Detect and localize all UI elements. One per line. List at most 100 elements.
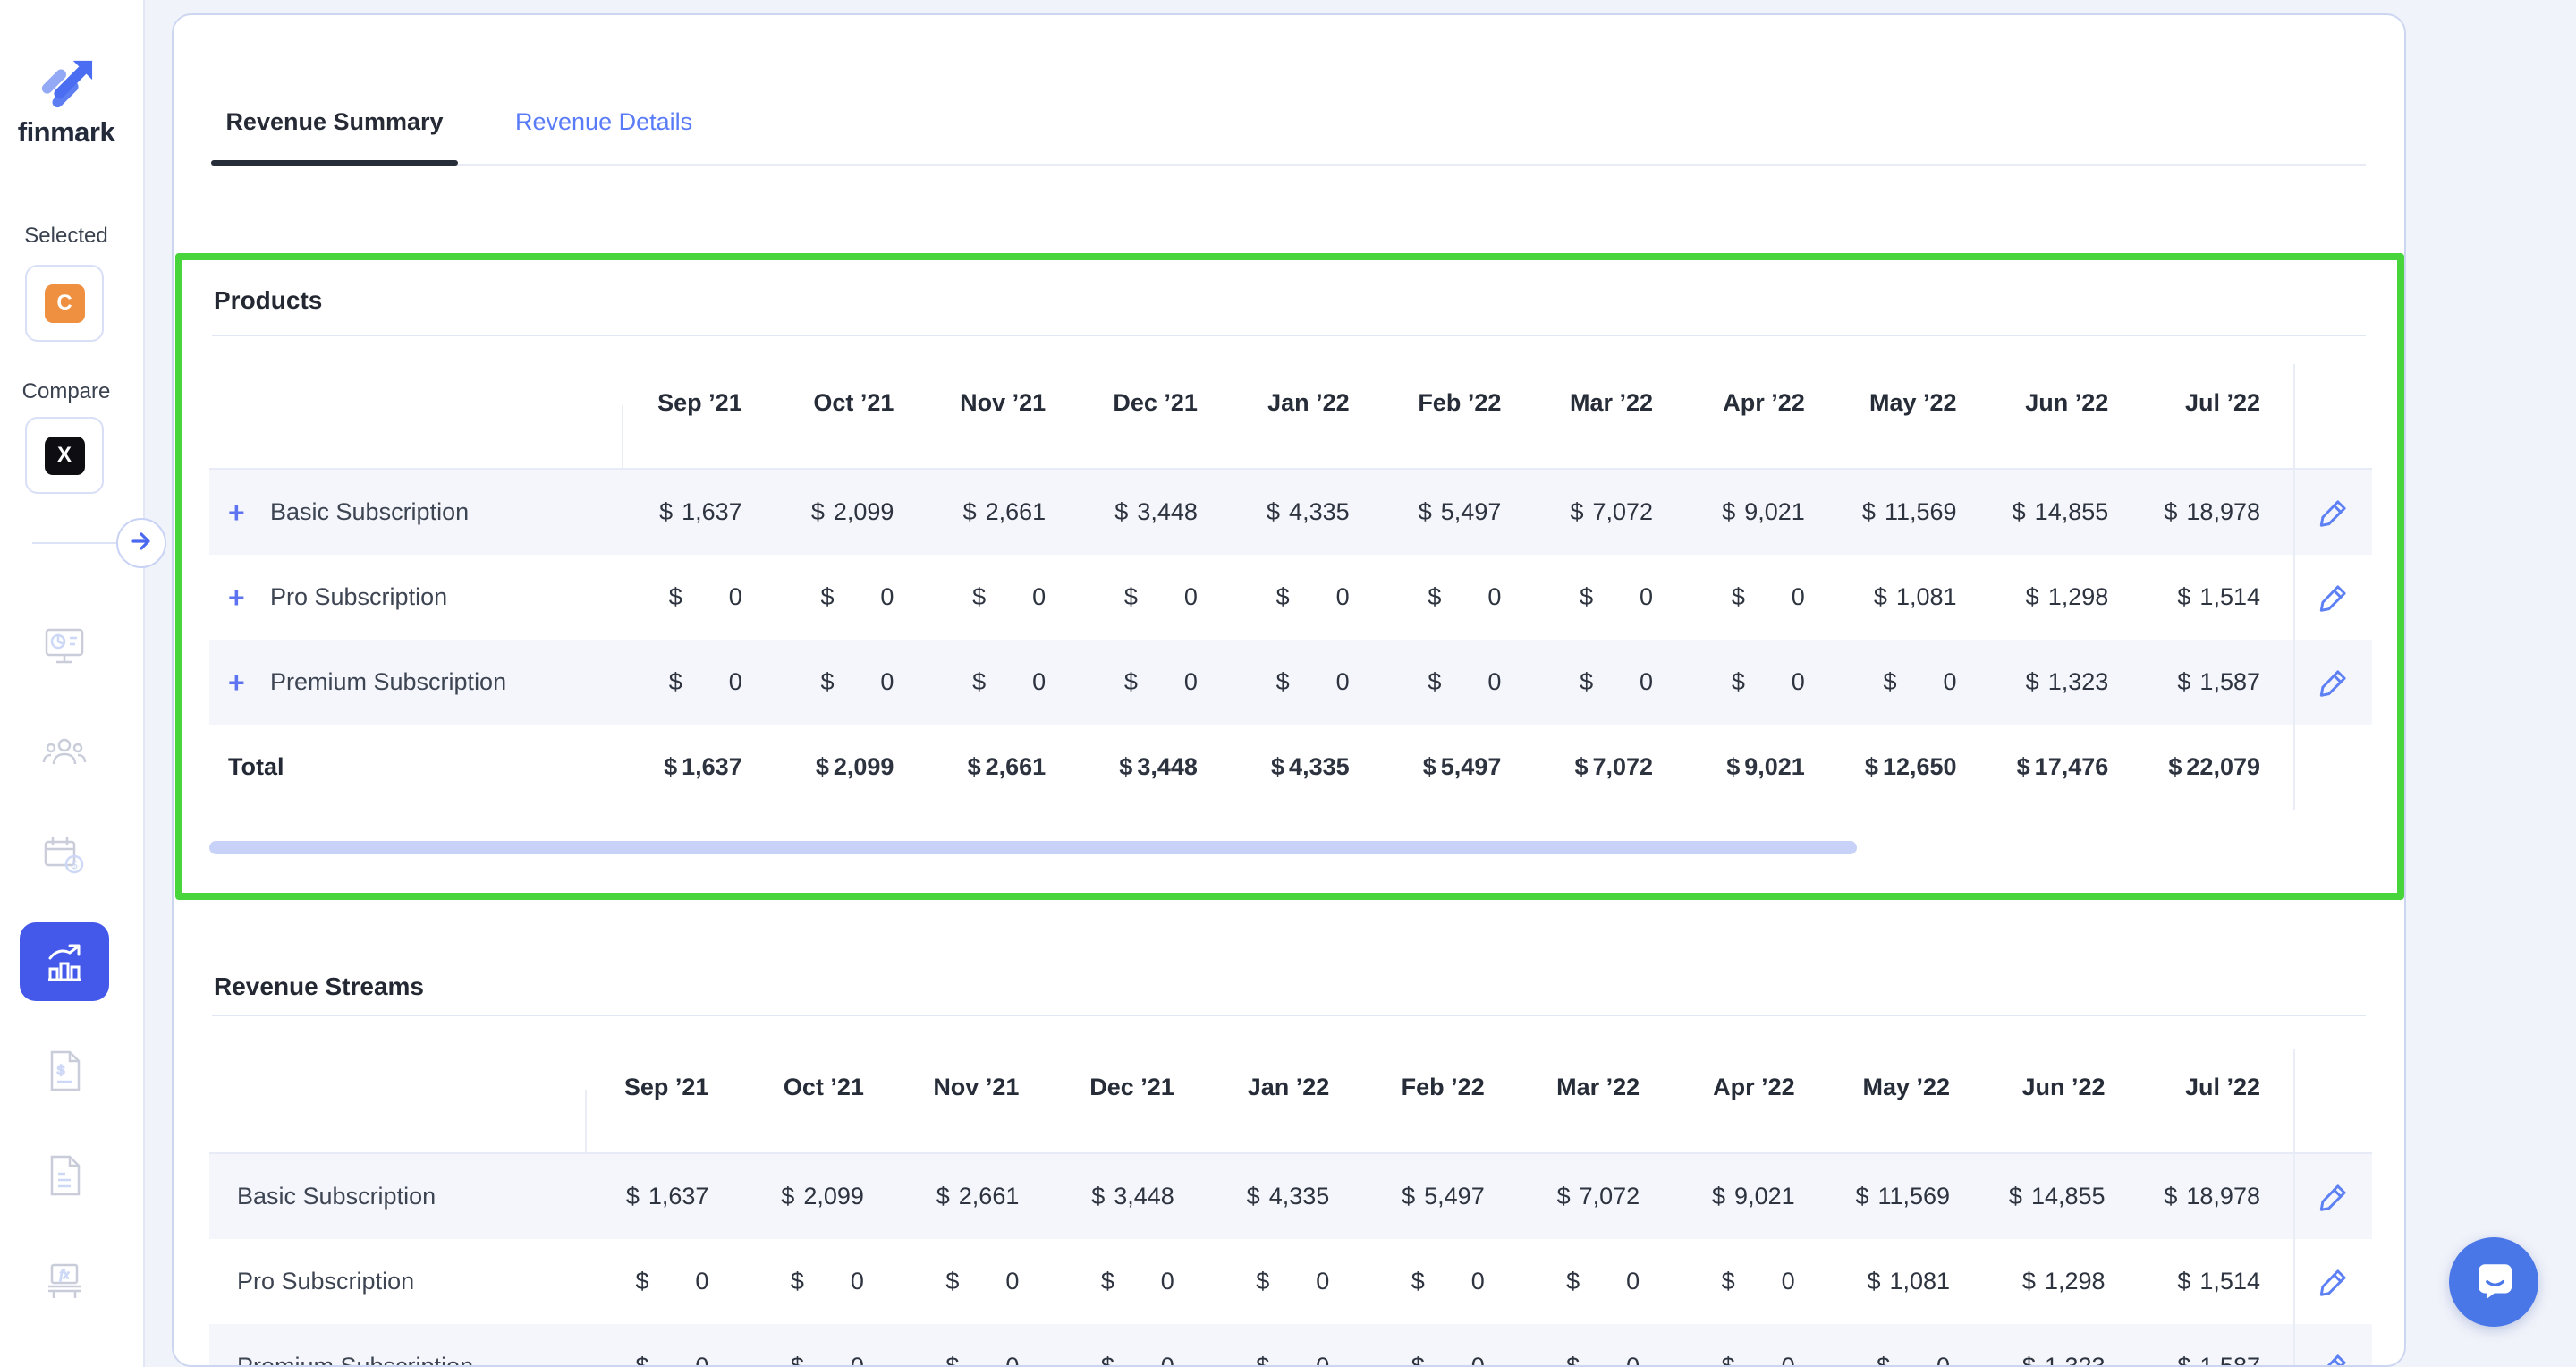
money-cell: $17,476 [1990,725,2142,810]
money-value: $0 [945,1353,1019,1367]
amount: 0 [1032,583,1046,611]
money-value: $1,323 [2026,668,2109,696]
currency-symbol: $ [1267,498,1280,526]
expand-plus-button[interactable]: + [228,668,255,697]
money-cell: $0 [897,1324,1052,1367]
currency-symbol: $ [669,668,682,696]
money-cell: $0 [587,1239,741,1324]
actions-cell [2293,1239,2372,1324]
money-cell: $1,298 [1983,1239,2138,1324]
reports-icon[interactable] [41,1152,88,1199]
dashboard-icon[interactable] [41,623,88,669]
expand-plus-button[interactable]: + [228,583,255,612]
money-cell: $0 [1686,555,1838,640]
amount: 22,079 [2186,753,2260,781]
formulas-icon[interactable]: fx [41,1258,88,1304]
total-row: Total$1,637$2,099$2,661$3,448$4,335$5,49… [209,725,2372,810]
invoices-icon[interactable]: $ [41,1048,88,1094]
amount: 0 [1316,1353,1329,1367]
money-value: $0 [791,1268,864,1295]
currency-symbol: $ [1419,498,1432,526]
selected-scenario-avatar[interactable]: C [25,265,104,342]
horizontal-scrollbar-thumb[interactable] [209,841,1857,854]
expand-plus-button[interactable]: + [228,498,255,527]
amount: 9,021 [1744,753,1805,781]
amount: 0 [1005,1268,1019,1295]
amount: 3,448 [1114,1183,1174,1210]
month-column-header: Apr ’22 [1686,364,1838,468]
amount: 1,637 [682,498,742,526]
money-value: $2,661 [968,753,1046,781]
actions-cell [2293,1154,2372,1239]
edit-pencil-button[interactable] [2317,496,2351,530]
tab-revenue-details[interactable]: Revenue Details [515,108,692,136]
money-cell: $12,650 [1838,725,1990,810]
chat-launcher-button[interactable] [2449,1237,2538,1327]
amount: 1,081 [1896,583,1957,611]
money-cell: $1,081 [1828,1239,1983,1324]
currency-symbol: $ [1411,1268,1425,1295]
currency-symbol: $ [820,668,834,696]
amount: 14,855 [2035,498,2109,526]
currency-symbol: $ [1124,668,1138,696]
edit-pencil-button[interactable] [2317,1350,2351,1367]
amount: 9,021 [1734,1183,1795,1210]
money-value: $5,497 [1419,498,1502,526]
money-value: $0 [1411,1353,1485,1367]
currency-symbol: $ [2026,583,2039,611]
charts-icon[interactable] [20,922,109,1001]
currency-symbol: $ [1124,583,1138,611]
amount: 0 [1626,1353,1640,1367]
amount: 0 [1782,1353,1795,1367]
money-cell: $0 [1362,1239,1517,1324]
money-cell: $0 [1079,555,1231,640]
month-column-header: Dec ’21 [1052,1049,1207,1152]
edit-pencil-button[interactable] [2317,581,2351,615]
month-column-header: Oct ’21 [741,1049,896,1152]
currency-symbol: $ [1877,1353,1890,1367]
table-row: Pro Subscription$0$0$0$0$0$0$0$0$1,081$1… [209,1239,2372,1324]
team-icon[interactable] [41,730,88,777]
products-table: Sep ’21Oct ’21Nov ’21Dec ’21Jan ’22Feb ’… [209,364,2372,810]
money-cell: $14,855 [1983,1154,2138,1239]
currency-symbol: $ [1862,498,1876,526]
money-cell: $1,081 [1838,555,1990,640]
amount: 0 [1336,668,1350,696]
money-value: $5,497 [1402,1183,1485,1210]
edit-pencil-button[interactable] [2317,666,2351,700]
money-cell: $2,661 [927,725,1079,810]
amount: 7,072 [1593,498,1654,526]
svg-text:fx: fx [60,1268,70,1282]
currency-symbol: $ [1874,583,1887,611]
money-cell: $0 [623,555,775,640]
money-value: $0 [972,668,1046,696]
edit-pencil-button[interactable] [2317,1180,2351,1214]
money-cell: $1,323 [1983,1324,2138,1367]
money-value: $12,650 [1865,753,1957,781]
tab-revenue-summary[interactable]: Revenue Summary [211,108,458,136]
currency-symbol: $ [1247,1183,1260,1210]
money-value: $0 [1884,668,1957,696]
amount: 18,978 [2186,498,2260,526]
money-value: $0 [945,1268,1019,1295]
currency-symbol: $ [1114,498,1128,526]
compare-scenario-avatar[interactable]: X [25,417,104,494]
month-column-header: Jun ’22 [1990,364,2142,468]
amount: 0 [1792,583,1805,611]
revenue-streams-section-title: Revenue Streams [214,972,424,1001]
currency-symbol: $ [1566,1268,1580,1295]
edit-pencil-button[interactable] [2317,1265,2351,1299]
billing-calendar-icon[interactable]: $ [41,833,88,879]
amount: 0 [1944,668,1957,696]
money-cell: $0 [741,1324,896,1367]
money-value: $4,335 [1247,1183,1330,1210]
money-cell: $7,072 [1534,470,1686,555]
money-value: $0 [1411,1268,1485,1295]
amount: 3,448 [1137,753,1198,781]
money-cell: $0 [1518,1324,1673,1367]
money-value: $0 [635,1268,708,1295]
money-value: $0 [791,1353,864,1367]
amount: 1,081 [1890,1268,1951,1295]
money-value: $7,072 [1570,498,1653,526]
sidebar-collapse-button[interactable] [116,518,166,568]
